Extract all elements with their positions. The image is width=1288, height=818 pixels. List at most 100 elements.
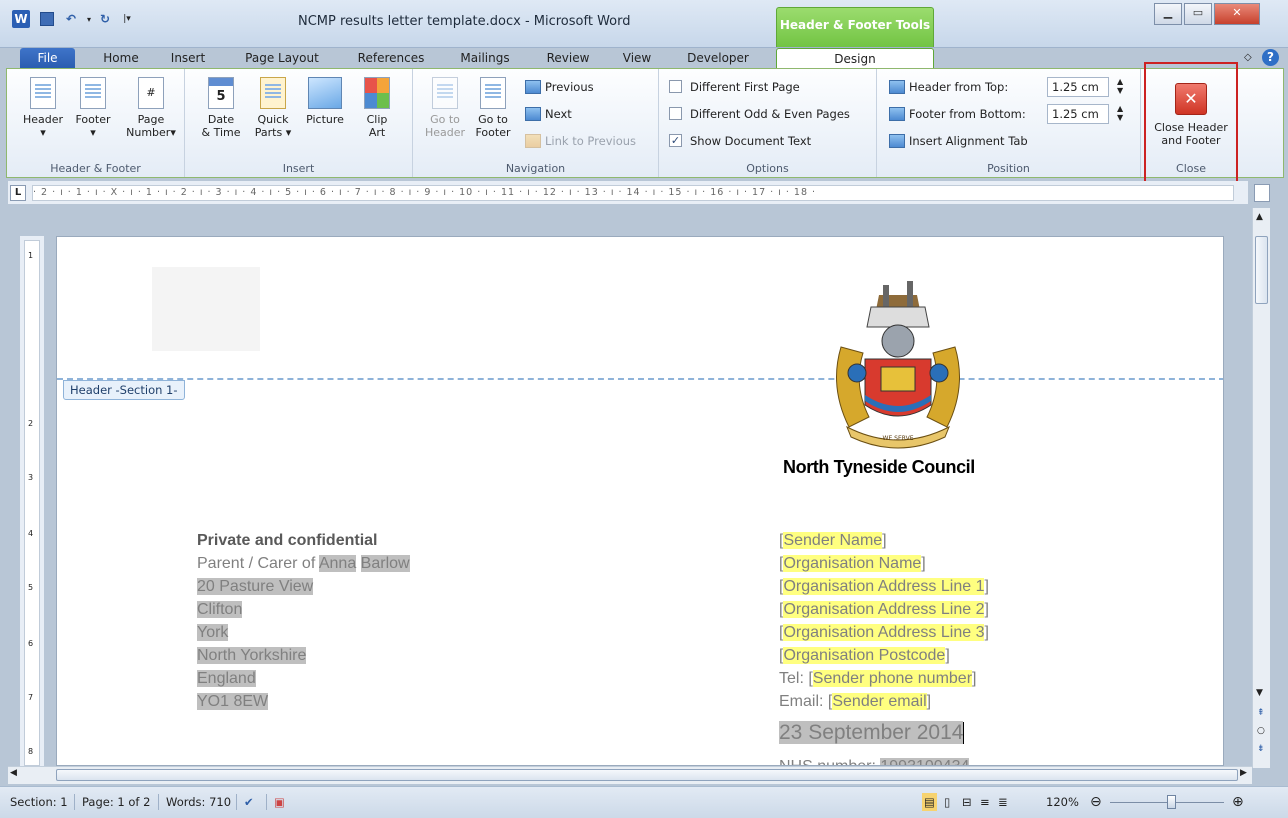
vertical-ruler[interactable]: 1 2 3 4 5 6 7 8 — [20, 236, 44, 766]
clip-art-icon — [364, 77, 390, 109]
macro-recording-icon[interactable]: ▣ — [274, 787, 285, 817]
save-icon[interactable] — [38, 10, 56, 28]
link-icon — [525, 133, 541, 148]
footer-spin-arrows[interactable]: ▲ ▼ — [1117, 104, 1123, 122]
different-odd-even-checkbox[interactable]: Different Odd & Even Pages — [669, 104, 850, 124]
footer-button[interactable]: Footer ▾ — [69, 77, 117, 157]
ruler-v-label: 2 — [28, 419, 34, 428]
zoom-out-icon[interactable]: ⊖ — [1090, 787, 1102, 817]
checkbox-box — [669, 80, 682, 93]
full-screen-view-icon[interactable]: ▯ — [944, 787, 950, 817]
page-number-button[interactable]: # Page Number▾ — [123, 77, 179, 157]
tab-file[interactable]: File — [20, 48, 75, 68]
window-title: NCMP results letter template.docx - Micr… — [298, 14, 631, 29]
status-section[interactable]: Section: 1 — [10, 787, 68, 817]
date-time-button[interactable]: 5 Date & Time — [197, 77, 245, 157]
scroll-right-arrow-icon[interactable]: ▶ — [1240, 768, 1247, 778]
show-document-text-checkbox[interactable]: ✓ Show Document Text — [669, 131, 811, 151]
help-icon[interactable]: ? — [1262, 49, 1279, 66]
council-name: North Tyneside Council — [783, 457, 975, 477]
select-browse-object-icon[interactable]: ○ — [1257, 726, 1265, 736]
tab-mailings[interactable]: Mailings — [450, 48, 520, 68]
status-bar: Section: 1 Page: 1 of 2 Words: 710 ✔ ▣ ▤… — [0, 786, 1288, 818]
customize-qat-icon[interactable]: |▾ — [118, 10, 136, 28]
vertical-scrollbar[interactable]: ▲ ▼ ⇞ ○ ⇟ — [1252, 208, 1270, 768]
address-line: North Yorkshire — [197, 647, 307, 664]
tab-selector[interactable]: L — [10, 185, 26, 201]
footer-icon — [80, 77, 106, 109]
group-label-options: Options — [746, 162, 789, 175]
next-page-icon[interactable]: ⇟ — [1257, 744, 1265, 754]
tab-references[interactable]: References — [348, 48, 434, 68]
insert-alignment-tab-button[interactable]: Insert Alignment Tab — [889, 131, 1028, 151]
title-bar: W ↶ ▾ ↻ |▾ NCMP results letter template.… — [0, 0, 1288, 48]
outline-view-icon[interactable]: ≡ — [980, 787, 990, 817]
zoom-slider-thumb[interactable] — [1167, 795, 1176, 809]
nhs-number-line: NHS number: 1993100434 — [779, 755, 989, 765]
go-to-footer-button[interactable]: Go to Footer — [469, 77, 517, 157]
document-page[interactable]: Header -Section 1- WE SERVE North Tynesi… — [56, 236, 1224, 766]
sender-line: [Organisation Address Line 1] — [779, 578, 989, 595]
previous-page-icon[interactable]: ⇞ — [1257, 708, 1265, 718]
print-layout-view-icon[interactable]: ▤ — [922, 793, 937, 811]
status-page[interactable]: Page: 1 of 2 — [82, 787, 150, 817]
zoom-in-icon[interactable]: ⊕ — [1232, 787, 1244, 817]
horizontal-ruler[interactable]: L · 2 · ı · 1 · ı · X · ı · 1 · ı · 2 · … — [8, 181, 1248, 205]
go-to-header-button[interactable]: Go to Header — [421, 77, 469, 157]
footer-from-bottom-input[interactable]: 1.25 cm — [1047, 104, 1109, 124]
quick-parts-button[interactable]: Quick Parts ▾ — [249, 77, 297, 157]
header-spin-arrows[interactable]: ▲ ▼ — [1117, 77, 1123, 95]
child-last-name-field[interactable]: Barlow — [360, 555, 410, 572]
minimize-ribbon-icon[interactable]: ◇ — [1244, 52, 1252, 63]
status-words[interactable]: Words: 710 — [166, 787, 231, 817]
tab-home[interactable]: Home — [96, 48, 146, 68]
header-section-tag: Header -Section 1- — [63, 380, 185, 400]
undo-icon[interactable]: ↶ — [62, 10, 80, 28]
picture-button[interactable]: Picture — [301, 77, 349, 157]
tab-insert[interactable]: Insert — [166, 48, 210, 68]
group-position: Header from Top: 1.25 cm ▲ ▼ Footer from … — [877, 69, 1141, 177]
sender-block[interactable]: [Sender Name] [Organisation Name] [Organ… — [779, 529, 989, 765]
tab-developer[interactable]: Developer — [678, 48, 758, 68]
close-window-button[interactable]: ✕ — [1214, 3, 1260, 25]
link-to-previous-button[interactable]: Link to Previous — [525, 131, 636, 151]
horizontal-scrollbar[interactable]: ◀ ▶ — [8, 766, 1252, 784]
scroll-thumb[interactable] — [1255, 236, 1268, 304]
redo-icon[interactable]: ↻ — [96, 10, 114, 28]
go-to-footer-icon — [480, 77, 506, 109]
header-from-top-icon — [889, 79, 905, 94]
header-button[interactable]: Header ▾ — [19, 77, 67, 157]
next-button[interactable]: Next — [525, 104, 572, 124]
h-scroll-thumb[interactable] — [56, 769, 1238, 781]
draft-view-icon[interactable]: ≣ — [998, 787, 1008, 817]
text-cursor — [963, 722, 965, 745]
maximize-button[interactable]: ▭ — [1184, 3, 1212, 25]
tab-design[interactable]: Design — [776, 48, 934, 68]
scroll-left-arrow-icon[interactable]: ◀ — [10, 768, 17, 778]
child-first-name-field[interactable]: Anna — [318, 555, 357, 572]
zoom-level[interactable]: 120% — [1046, 787, 1079, 817]
scroll-down-arrow-icon[interactable]: ▼ — [1256, 688, 1263, 698]
tab-view[interactable]: View — [616, 48, 658, 68]
header-from-top-input[interactable]: 1.25 cm — [1047, 77, 1109, 97]
address-line: YO1 8EW — [197, 693, 269, 710]
scroll-up-arrow-icon[interactable]: ▲ — [1256, 212, 1263, 222]
view-ruler-button[interactable] — [1254, 184, 1270, 202]
clip-art-button[interactable]: Clip Art — [353, 77, 401, 157]
ruler-track: · 2 · ı · 1 · ı · X · ı · 1 · ı · 2 · ı … — [32, 185, 1234, 201]
page-number-label-2: Number — [126, 126, 171, 139]
page-number-icon: # — [138, 77, 164, 109]
previous-button[interactable]: Previous — [525, 77, 594, 97]
ribbon: Header ▾ Footer ▾ # Page Number▾ Header & F… — [6, 68, 1284, 178]
different-first-page-checkbox[interactable]: Different First Page — [669, 77, 800, 97]
proofing-icon[interactable]: ✔ — [244, 787, 254, 817]
web-layout-view-icon[interactable]: ⊟ — [962, 787, 972, 817]
ribbon-tabs: File Home Insert Page Layout References … — [0, 48, 1288, 68]
tab-page-layout[interactable]: Page Layout — [238, 48, 326, 68]
next-icon — [525, 106, 541, 121]
recipient-block[interactable]: Private and confidential Parent / Carer … — [197, 529, 410, 713]
tab-review[interactable]: Review — [538, 48, 598, 68]
minimize-button[interactable]: ▁ — [1154, 3, 1182, 25]
header-from-top-label: Header from Top: — [889, 77, 1008, 97]
word-app-icon[interactable]: W — [12, 10, 30, 28]
